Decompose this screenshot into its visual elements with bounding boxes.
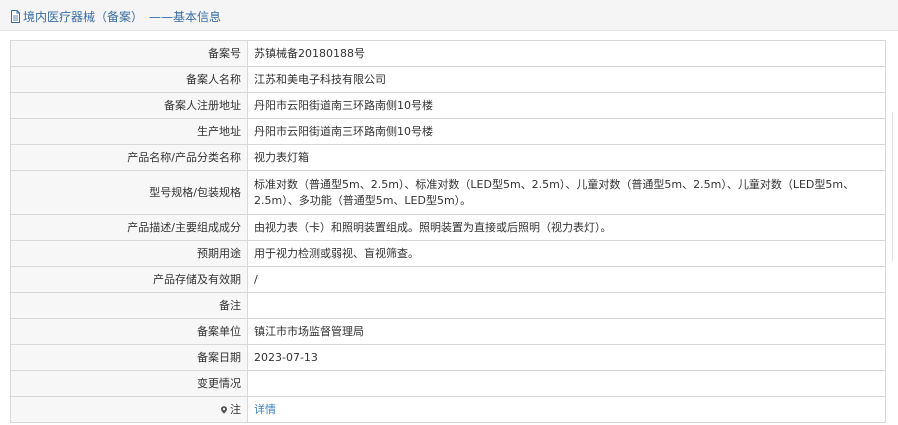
details-link[interactable]: 详情 bbox=[254, 403, 276, 416]
row-label: 预期用途 bbox=[10, 240, 248, 267]
table-row: 产品描述/主要组成成分 由视力表（卡）和照明装置组成。照明装置为直接或后照明（视… bbox=[10, 214, 886, 241]
table-row: 备案人注册地址 丹阳市云阳街道南三环路南侧10号楼 bbox=[10, 92, 886, 119]
row-label: 生产地址 bbox=[10, 118, 248, 145]
row-label: 备案号 bbox=[10, 40, 248, 67]
header-title-sep: —— bbox=[149, 9, 174, 24]
note-value-cell: 详情 bbox=[247, 396, 886, 423]
row-label: 注 bbox=[230, 402, 241, 416]
row-label: 产品描述/主要组成成分 bbox=[10, 214, 248, 241]
row-value: 视力表灯箱 bbox=[247, 144, 886, 171]
table-row: 备案号 苏镇械备20180188号 bbox=[10, 40, 886, 67]
row-label: 备案日期 bbox=[10, 344, 248, 371]
header-title: 境内医疗器械（备案） —— 基本信息 bbox=[10, 8, 221, 25]
table-row: 生产地址 丹阳市云阳街道南三环路南侧10号楼 bbox=[10, 118, 886, 145]
table-row: 型号规格/包装规格 标准对数（普通型5m、2.5m）、标准对数（LED型5m、2… bbox=[10, 170, 886, 215]
table-row: 备案单位 镇江市市场监督管理局 bbox=[10, 318, 886, 345]
table-row: 产品名称/产品分类名称 视力表灯箱 bbox=[10, 144, 886, 171]
table-row: 备案日期 2023-07-13 bbox=[10, 344, 886, 371]
location-pin-icon bbox=[221, 405, 227, 414]
row-value: 江苏和美电子科技有限公司 bbox=[247, 66, 886, 93]
row-label: 变更情况 bbox=[10, 370, 248, 397]
detail-table: 备案号 苏镇械备20180188号 备案人名称 江苏和美电子科技有限公司 备案人… bbox=[10, 40, 886, 423]
row-value bbox=[247, 292, 886, 319]
table-row: 产品存储及有效期 / bbox=[10, 266, 886, 293]
page-header: 境内医疗器械（备案） —— 基本信息 bbox=[0, 0, 898, 31]
row-value: / bbox=[247, 266, 886, 293]
row-value: 2023-07-13 bbox=[247, 344, 886, 371]
header-title-prefix: 境内医疗器械（备案） bbox=[23, 10, 144, 24]
row-value: 镇江市市场监督管理局 bbox=[247, 318, 886, 345]
table-row: 备案人名称 江苏和美电子科技有限公司 bbox=[10, 66, 886, 93]
row-label: 备案人名称 bbox=[10, 66, 248, 93]
row-value: 苏镇械备20180188号 bbox=[247, 40, 886, 67]
scrollbar-track[interactable] bbox=[892, 112, 898, 262]
row-label: 备案人注册地址 bbox=[10, 92, 248, 119]
row-value: 由视力表（卡）和照明装置组成。照明装置为直接或后照明（视力表灯）。 bbox=[247, 214, 886, 241]
row-label: 产品存储及有效期 bbox=[10, 266, 248, 293]
row-label: 备案单位 bbox=[10, 318, 248, 345]
row-label: 型号规格/包装规格 bbox=[10, 170, 248, 215]
table-row: 变更情况 bbox=[10, 370, 886, 397]
document-icon bbox=[11, 10, 20, 23]
note-label-cell: 注 bbox=[10, 396, 248, 423]
row-label: 产品名称/产品分类名称 bbox=[10, 144, 248, 171]
row-value: 丹阳市云阳街道南三环路南侧10号楼 bbox=[247, 92, 886, 119]
row-value bbox=[247, 370, 886, 397]
table-row: 预期用途 用于视力检测或弱视、盲视筛查。 bbox=[10, 240, 886, 267]
table-row: 备注 bbox=[10, 292, 886, 319]
row-value: 用于视力检测或弱视、盲视筛查。 bbox=[247, 240, 886, 267]
row-label: 备注 bbox=[10, 292, 248, 319]
row-value: 标准对数（普通型5m、2.5m）、标准对数（LED型5m、2.5m）、儿童对数（… bbox=[247, 170, 886, 215]
row-value: 丹阳市云阳街道南三环路南侧10号楼 bbox=[247, 118, 886, 145]
table-row: 注 详情 bbox=[10, 396, 886, 423]
detail-table-wrapper: 备案号 苏镇械备20180188号 备案人名称 江苏和美电子科技有限公司 备案人… bbox=[10, 40, 886, 423]
header-title-suffix: 基本信息 bbox=[173, 10, 222, 24]
